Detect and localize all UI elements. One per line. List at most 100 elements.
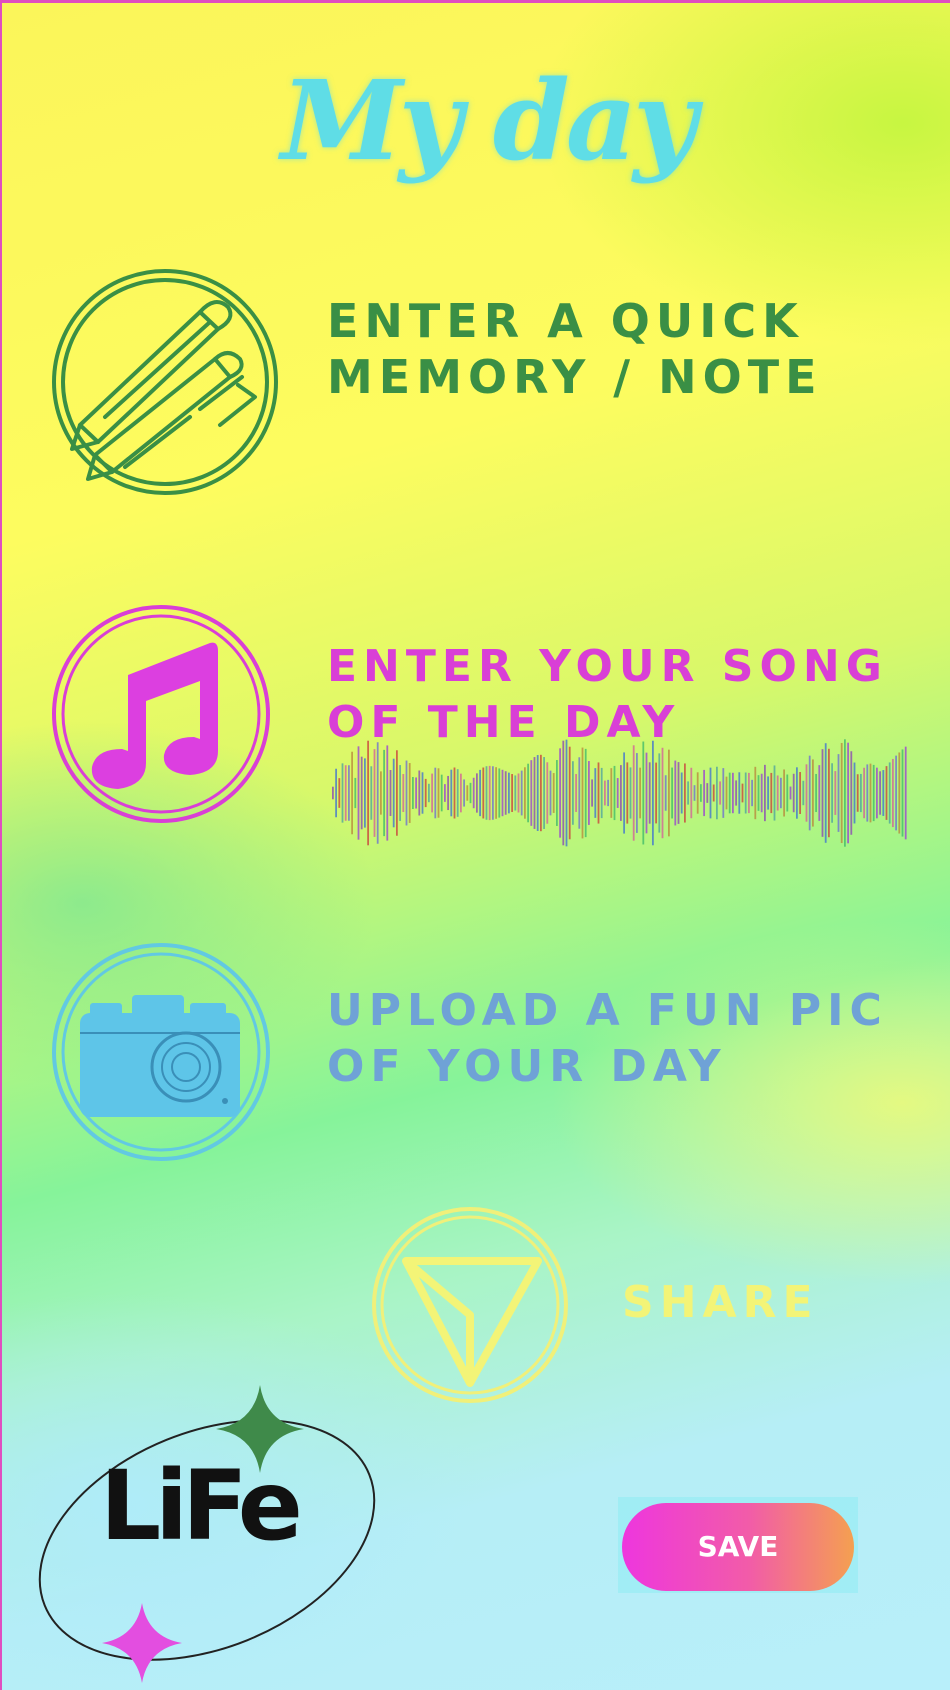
waveform-bar <box>783 769 785 817</box>
waveform-bar <box>652 740 654 846</box>
waveform-bar <box>492 766 494 820</box>
waveform-bar <box>834 771 837 815</box>
waveform-bar <box>498 768 501 818</box>
waveform-bar <box>520 770 523 816</box>
waveform-bar <box>376 742 379 844</box>
waveform-bar <box>581 747 584 839</box>
waveform-bar <box>658 753 661 833</box>
waveform-bar <box>636 753 638 833</box>
waveform-bar <box>527 763 529 823</box>
waveform-bar <box>757 775 760 811</box>
waveform-bar <box>860 773 862 813</box>
waveform-bar <box>405 760 408 826</box>
waveform-bar <box>568 746 571 840</box>
waveform-bar <box>357 746 360 840</box>
waveform-bar <box>642 741 645 845</box>
waveform-bar <box>748 772 750 814</box>
song-button[interactable] <box>50 603 272 825</box>
waveform-bar <box>722 768 725 818</box>
save-button[interactable]: SAVE <box>622 1503 854 1591</box>
waveform-bar <box>850 751 853 835</box>
waveform-bar <box>895 755 897 831</box>
waveform-bar <box>879 771 881 815</box>
waveform-bar <box>392 758 395 828</box>
waveform-bar <box>764 764 766 822</box>
waveform-bar <box>828 748 830 838</box>
note-label[interactable]: ENTER A QUICK MEMORY / NOTE <box>327 293 823 405</box>
waveform-bar <box>476 773 478 813</box>
share-button[interactable] <box>370 1205 570 1405</box>
waveform-bar <box>706 783 709 803</box>
waveform-bar <box>831 763 833 823</box>
waveform-bar <box>460 773 462 813</box>
waveform-bar <box>600 767 603 819</box>
waveform-bar <box>677 762 680 824</box>
waveform-bar <box>741 783 744 803</box>
waveform-bar <box>824 743 827 843</box>
waveform-bar <box>716 766 718 820</box>
waveform-bar <box>629 767 632 819</box>
waveform-bar <box>885 766 888 820</box>
waveform-bar <box>373 749 376 837</box>
waveform-bar <box>588 761 590 825</box>
waveform-bar <box>751 779 753 807</box>
waveform-bar <box>690 767 693 819</box>
waveform-bar <box>364 758 366 828</box>
waveform-bar <box>524 767 526 819</box>
waveform-bar <box>703 769 705 817</box>
waveform-bar <box>389 770 392 816</box>
waveform-bar <box>853 762 856 824</box>
waveform-bar <box>447 775 449 811</box>
waveform-bar <box>863 767 865 819</box>
waveform-bar <box>792 773 795 813</box>
photo-label[interactable]: UPLOAD A FUN PIC OF YOUR DAY <box>327 983 888 1095</box>
waveform-bar <box>655 762 657 824</box>
waveform-bar <box>517 773 520 813</box>
photo-button[interactable] <box>50 941 272 1163</box>
waveform-bar <box>876 767 878 819</box>
logo-text: LiFe <box>100 1450 303 1562</box>
waveform-bar <box>738 772 741 814</box>
pencil-icon <box>52 269 278 495</box>
waveform-bar <box>431 773 433 813</box>
waveform-bar <box>559 748 561 838</box>
waveform-bar <box>360 756 363 830</box>
waveform-bar <box>463 779 465 807</box>
waveform-bar <box>904 746 907 840</box>
note-label-line1: ENTER A QUICK <box>327 294 804 348</box>
waveform-bar <box>773 765 776 821</box>
waveform-bar <box>680 772 683 814</box>
waveform-bar <box>396 750 398 836</box>
waveform-bar <box>530 760 533 826</box>
waveform-bar <box>543 757 545 829</box>
waveform-bar <box>556 760 558 826</box>
waveform-bar <box>418 770 421 816</box>
song-label-line1: ENTER YOUR SONG <box>327 641 888 692</box>
waveform-bar <box>434 767 437 819</box>
waveform-bar <box>892 758 894 828</box>
waveform-bar <box>584 748 587 838</box>
waveform-bar <box>482 767 485 819</box>
waveform-bar <box>776 775 779 811</box>
waveform-bar <box>594 768 597 818</box>
waveform-bar <box>562 740 565 846</box>
photo-label-line2: OF YOUR DAY <box>327 1041 727 1092</box>
waveform-bar <box>818 765 821 821</box>
waveform-bar <box>808 755 811 831</box>
waveform-bar <box>440 774 443 812</box>
waveform-bar <box>546 762 549 824</box>
waveform-bar <box>469 782 472 804</box>
waveform-bar <box>719 781 721 805</box>
waveform-bar <box>799 772 801 814</box>
waveform-bar <box>888 762 891 824</box>
waveform-bar <box>735 780 737 806</box>
page-title: My day <box>280 56 697 185</box>
waveform-bar <box>402 774 405 812</box>
waveform-bar <box>501 769 504 817</box>
waveform-bar <box>700 784 702 802</box>
share-label[interactable]: SHARE <box>622 1275 819 1331</box>
waveform-bar <box>488 765 491 821</box>
note-button[interactable] <box>50 267 280 497</box>
waveform-bar <box>770 772 773 814</box>
waveform-bar <box>456 769 459 817</box>
